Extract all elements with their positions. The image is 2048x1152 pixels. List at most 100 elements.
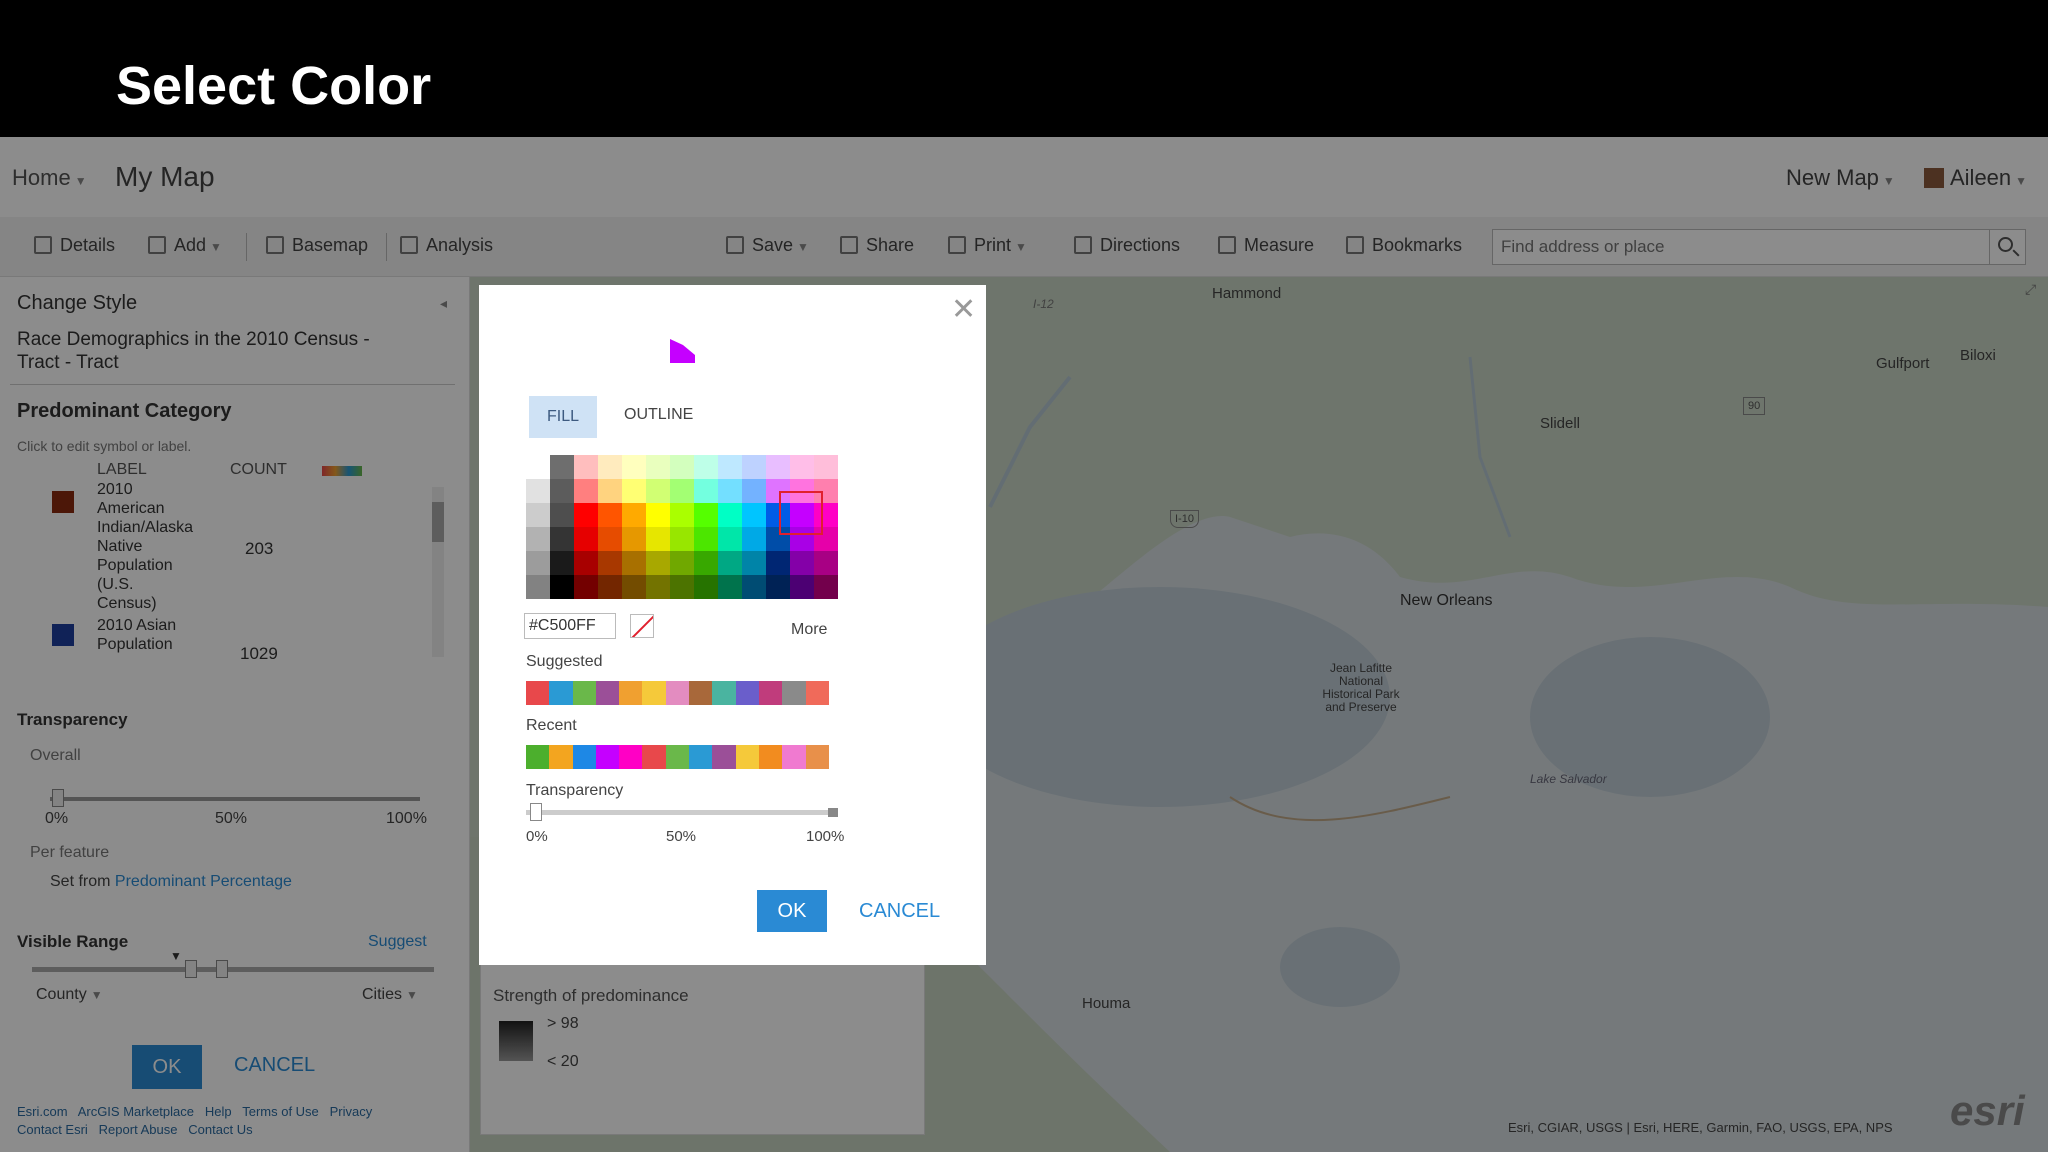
palette-color-swatch[interactable]: [550, 503, 574, 527]
recent-color-swatch[interactable]: [549, 745, 573, 769]
palette-color-swatch[interactable]: [646, 455, 670, 479]
cancel-button[interactable]: CANCEL: [859, 900, 940, 923]
palette-color-swatch[interactable]: [622, 455, 646, 479]
transparency-slider[interactable]: [526, 810, 838, 815]
palette-color-swatch[interactable]: [622, 503, 646, 527]
recent-color-swatch[interactable]: [712, 745, 736, 769]
recent-color-swatch[interactable]: [665, 745, 690, 769]
palette-color-swatch[interactable]: [742, 503, 766, 527]
ok-button[interactable]: OK: [757, 890, 827, 932]
palette-color-swatch[interactable]: [718, 455, 742, 479]
palette-color-swatch[interactable]: [694, 575, 718, 599]
suggested-color-swatch[interactable]: [665, 681, 690, 705]
recent-color-swatch[interactable]: [782, 745, 806, 769]
palette-color-swatch[interactable]: [718, 575, 742, 599]
palette-color-swatch[interactable]: [622, 479, 646, 503]
palette-color-swatch[interactable]: [670, 479, 694, 503]
suggested-color-swatch[interactable]: [805, 681, 829, 705]
palette-color-swatch[interactable]: [742, 551, 766, 575]
palette-color-swatch[interactable]: [790, 455, 814, 479]
suggested-color-swatch[interactable]: [572, 681, 596, 705]
palette-color-swatch[interactable]: [622, 551, 646, 575]
recent-color-swatch[interactable]: [642, 745, 666, 769]
suggested-color-swatch[interactable]: [549, 681, 573, 705]
palette-color-swatch[interactable]: [766, 455, 790, 479]
palette-color-swatch[interactable]: [814, 455, 838, 479]
palette-color-swatch[interactable]: [598, 527, 622, 551]
palette-color-swatch[interactable]: [526, 479, 550, 503]
palette-color-swatch[interactable]: [550, 455, 574, 479]
palette-color-swatch[interactable]: [622, 575, 646, 599]
palette-color-swatch[interactable]: [670, 575, 694, 599]
recent-color-swatch[interactable]: [805, 745, 829, 769]
palette-color-swatch[interactable]: [718, 479, 742, 503]
hex-color-input[interactable]: [524, 613, 616, 639]
palette-color-swatch[interactable]: [742, 527, 766, 551]
palette-color-swatch[interactable]: [694, 551, 718, 575]
recent-color-swatch[interactable]: [619, 745, 643, 769]
palette-color-swatch[interactable]: [646, 503, 670, 527]
palette-color-swatch[interactable]: [574, 551, 598, 575]
palette-color-swatch[interactable]: [598, 575, 622, 599]
palette-color-swatch[interactable]: [574, 575, 598, 599]
recent-color-swatch[interactable]: [595, 745, 620, 769]
suggested-color-swatch[interactable]: [595, 681, 620, 705]
palette-color-swatch[interactable]: [550, 479, 574, 503]
suggested-color-swatch[interactable]: [758, 681, 783, 705]
palette-color-swatch[interactable]: [790, 575, 814, 599]
suggested-color-swatch[interactable]: [619, 681, 643, 705]
palette-color-swatch[interactable]: [574, 455, 598, 479]
suggested-color-swatch[interactable]: [712, 681, 736, 705]
suggested-color-swatch[interactable]: [782, 681, 806, 705]
palette-color-swatch[interactable]: [574, 527, 598, 551]
palette-color-swatch[interactable]: [598, 503, 622, 527]
palette-color-swatch[interactable]: [670, 503, 694, 527]
palette-color-swatch[interactable]: [646, 527, 670, 551]
suggested-color-swatch[interactable]: [689, 681, 713, 705]
palette-color-swatch[interactable]: [742, 479, 766, 503]
recent-color-swatch[interactable]: [572, 745, 596, 769]
tab-fill[interactable]: FILL: [529, 396, 597, 438]
no-color-icon[interactable]: [630, 614, 654, 638]
close-icon[interactable]: ✕: [951, 295, 976, 325]
recent-color-swatch[interactable]: [735, 745, 759, 769]
palette-color-swatch[interactable]: [622, 527, 646, 551]
palette-color-swatch[interactable]: [718, 503, 742, 527]
palette-color-swatch[interactable]: [814, 551, 838, 575]
palette-color-swatch[interactable]: [670, 551, 694, 575]
palette-color-swatch[interactable]: [598, 551, 622, 575]
palette-color-swatch[interactable]: [598, 479, 622, 503]
palette-color-swatch[interactable]: [574, 503, 598, 527]
recent-color-swatch[interactable]: [689, 745, 713, 769]
palette-color-swatch[interactable]: [694, 503, 718, 527]
recent-color-swatch[interactable]: [526, 745, 550, 769]
palette-color-swatch[interactable]: [766, 551, 790, 575]
transparency-slider-thumb[interactable]: [530, 803, 542, 821]
palette-color-swatch[interactable]: [694, 479, 718, 503]
palette-color-swatch[interactable]: [574, 479, 598, 503]
palette-color-swatch[interactable]: [598, 455, 622, 479]
palette-color-swatch[interactable]: [526, 551, 550, 575]
tab-outline[interactable]: OUTLINE: [624, 406, 693, 424]
palette-color-swatch[interactable]: [646, 575, 670, 599]
suggested-color-swatch[interactable]: [642, 681, 666, 705]
palette-color-swatch[interactable]: [718, 551, 742, 575]
suggested-color-swatch[interactable]: [735, 681, 759, 705]
suggested-color-swatch[interactable]: [526, 681, 550, 705]
palette-color-swatch[interactable]: [646, 551, 670, 575]
palette-color-swatch[interactable]: [550, 551, 574, 575]
palette-color-swatch[interactable]: [718, 527, 742, 551]
palette-color-swatch[interactable]: [814, 575, 838, 599]
palette-color-swatch[interactable]: [742, 575, 766, 599]
palette-color-swatch[interactable]: [526, 455, 550, 479]
palette-color-swatch[interactable]: [526, 503, 550, 527]
more-colors-link[interactable]: More: [791, 621, 827, 639]
palette-color-swatch[interactable]: [742, 455, 766, 479]
palette-color-swatch[interactable]: [526, 575, 550, 599]
palette-color-swatch[interactable]: [694, 455, 718, 479]
palette-color-swatch[interactable]: [526, 527, 550, 551]
recent-color-swatch[interactable]: [758, 745, 783, 769]
palette-color-swatch[interactable]: [550, 527, 574, 551]
palette-color-swatch[interactable]: [670, 455, 694, 479]
palette-color-swatch[interactable]: [790, 551, 814, 575]
